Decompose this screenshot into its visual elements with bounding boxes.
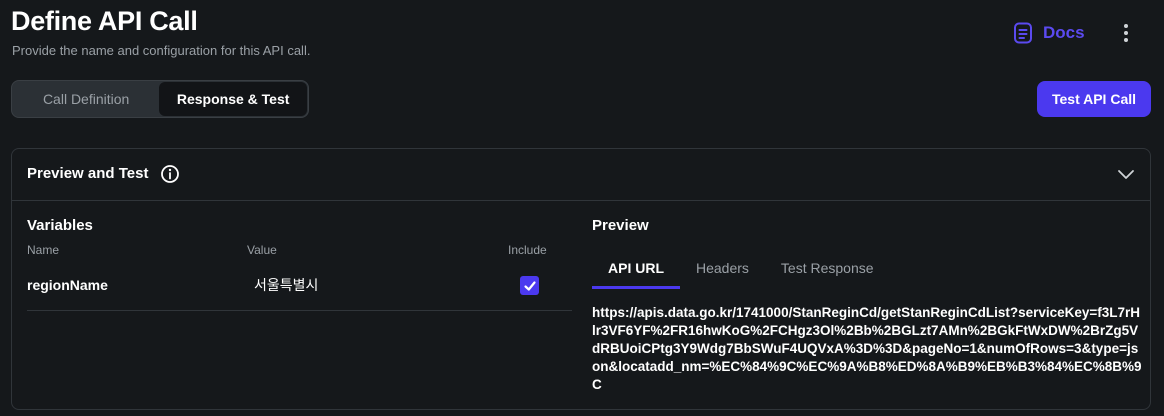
card-header[interactable]: Preview and Test [12, 149, 1150, 201]
docs-label: Docs [1043, 23, 1085, 42]
variable-name: regionName [27, 277, 108, 293]
more-vertical-icon[interactable] [1116, 22, 1136, 44]
include-checkbox[interactable] [520, 276, 539, 295]
tab-headers[interactable]: Headers [680, 247, 765, 289]
api-url-text: https://apis.data.go.kr/1741000/StanRegi… [592, 305, 1142, 392]
chevron-down-icon[interactable] [1115, 163, 1137, 185]
preview-tabs: API URL Headers Test Response [592, 247, 890, 289]
test-api-call-button[interactable]: Test API Call [1037, 81, 1151, 117]
preview-test-card: Preview and Test Variables Name Value In… [11, 148, 1151, 410]
column-header-value: Value [247, 243, 277, 257]
row-divider [27, 310, 572, 311]
page-title: Define API Call [11, 6, 198, 36]
docs-icon [1014, 22, 1032, 44]
tab-api-url[interactable]: API URL [592, 247, 680, 289]
column-header-include: Include [508, 243, 547, 257]
info-icon[interactable] [160, 164, 180, 184]
variable-value-input[interactable]: 서울특별시 [254, 275, 318, 295]
preview-title: Preview [592, 217, 649, 234]
column-header-name: Name [27, 243, 60, 257]
docs-button[interactable]: Docs [1013, 20, 1085, 46]
call-tabs: Call Definition Response & Test [11, 80, 309, 118]
tab-response-test[interactable]: Response & Test [159, 82, 307, 116]
variables-title: Variables [27, 217, 93, 234]
check-icon [523, 280, 536, 291]
page-subtitle: Provide the name and configuration for t… [12, 43, 311, 58]
tab-test-response[interactable]: Test Response [765, 247, 890, 289]
card-title: Preview and Test [27, 165, 149, 182]
tab-call-definition[interactable]: Call Definition [13, 82, 159, 116]
